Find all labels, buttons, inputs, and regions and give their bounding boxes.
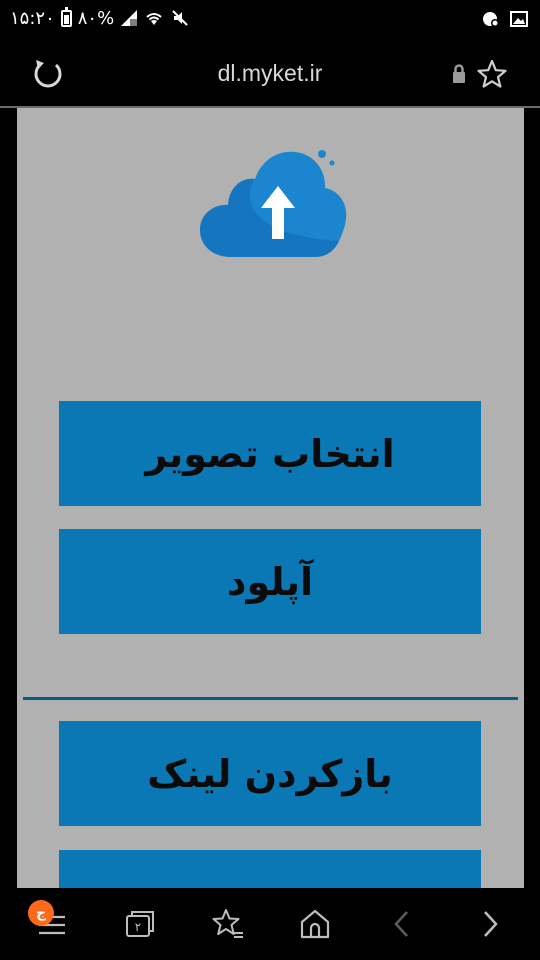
forward-icon[interactable]: [472, 906, 508, 942]
browser-toolbar: dl.myket.ir: [0, 36, 540, 108]
browser-bottom-bar: ج ۲: [0, 888, 540, 960]
cloud-upload-icon: [200, 150, 347, 257]
back-icon[interactable]: [385, 906, 421, 942]
wifi-icon: [146, 13, 162, 25]
status-bar: ۱۵:۲۰ ۸۰%: [0, 0, 540, 36]
tabs-count: ۲: [135, 920, 141, 934]
notification-badge: ج: [28, 900, 54, 926]
battery-icon: [60, 6, 72, 27]
upload-button[interactable]: آپلود: [59, 529, 481, 634]
bookmarks-icon[interactable]: [210, 906, 246, 942]
copy-link-button[interactable]: [59, 850, 481, 888]
tabs-icon[interactable]: ۲: [122, 906, 158, 942]
mute-icon: [172, 10, 188, 26]
reload-icon[interactable]: [30, 56, 66, 92]
open-link-button[interactable]: بازکردن لینک: [59, 721, 481, 826]
home-icon[interactable]: [297, 906, 333, 942]
notification-icon: [483, 12, 499, 27]
status-left: ۱۵:۲۰ ۸۰%: [10, 6, 190, 30]
status-time: ۱۵:۲۰: [10, 7, 55, 29]
select-image-button[interactable]: انتخاب تصویر: [59, 401, 481, 506]
status-right: [482, 8, 528, 30]
lock-icon: [453, 64, 465, 83]
image-icon: [510, 11, 528, 27]
web-content: انتخاب تصویر آپلود بازکردن لینک: [0, 108, 540, 888]
divider: [23, 697, 518, 700]
upload-page: انتخاب تصویر آپلود بازکردن لینک: [17, 108, 524, 888]
battery-percent: ۸۰%: [77, 7, 115, 29]
star-icon[interactable]: [476, 58, 508, 90]
url-bar[interactable]: dl.myket.ir: [140, 56, 400, 90]
signal-icon: [121, 10, 138, 26]
